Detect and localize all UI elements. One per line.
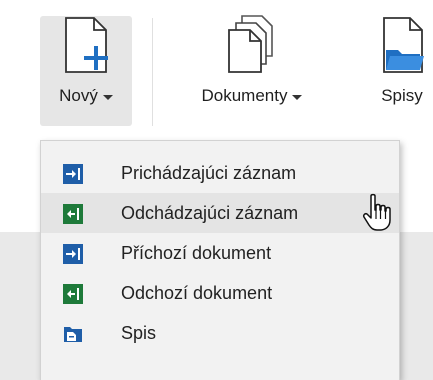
new-dropdown-menu: Prichádzajúci záznam Odchádzajúci záznam… [40, 140, 400, 380]
menu-item-file[interactable]: Spis [41, 313, 399, 353]
new-document-icon [56, 16, 116, 76]
incoming-arrow-icon [63, 164, 83, 184]
menu-item-incoming-document[interactable]: Příchozí dokument [41, 233, 399, 273]
files-button[interactable]: Spisy [362, 16, 433, 126]
toolbar-divider [152, 18, 153, 126]
new-button-label: Nový [59, 86, 98, 105]
menu-item-incoming-record[interactable]: Prichádzajúci záznam [41, 153, 399, 193]
hand-pointer-cursor-icon [363, 193, 391, 231]
menu-item-label: Spis [121, 322, 157, 343]
menu-item-outgoing-record[interactable]: Odchádzajúci záznam [41, 193, 399, 233]
menu-item-outgoing-document[interactable]: Odchozí dokument [41, 273, 399, 313]
chevron-down-icon [102, 94, 113, 100]
documents-icon [222, 15, 282, 76]
new-button[interactable]: Nový [40, 16, 132, 126]
folder-file-icon [64, 327, 82, 342]
ribbon-toolbar: Nový Dokumenty Spisy [0, 0, 433, 142]
documents-button-label: Dokumenty [201, 86, 288, 105]
files-button-label: Spisy [381, 86, 423, 105]
chevron-down-icon [292, 94, 303, 100]
outgoing-arrow-icon [63, 204, 83, 224]
menu-item-label: Odchozí dokument [121, 282, 273, 303]
outgoing-arrow-icon [63, 284, 83, 304]
menu-item-label: Odchádzajúci záznam [121, 202, 299, 223]
documents-button[interactable]: Dokumenty [172, 15, 332, 126]
file-folder-icon [372, 16, 432, 76]
incoming-arrow-icon [63, 244, 83, 264]
menu-item-label: Prichádzajúci záznam [121, 162, 297, 183]
menu-item-label: Příchozí dokument [121, 242, 272, 263]
